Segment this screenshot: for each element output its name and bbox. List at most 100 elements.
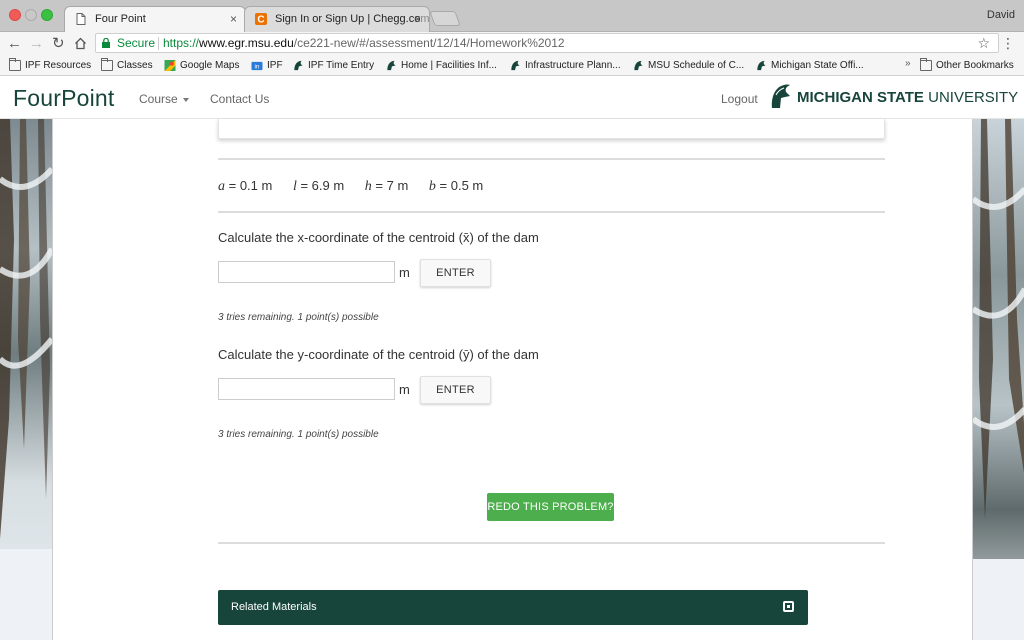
spartan-icon bbox=[634, 60, 643, 71]
y-centroid-enter-button[interactable]: ENTER bbox=[420, 376, 491, 404]
bookmark-label: Other Bookmarks bbox=[936, 60, 1014, 71]
bookmark-label: Infrastructure Plann... bbox=[525, 60, 621, 71]
y-centroid-tries-remaining: 3 tries remaining. 1 point(s) possible bbox=[218, 429, 379, 440]
x-centroid-tries-remaining: 3 tries remaining. 1 point(s) possible bbox=[218, 312, 379, 323]
y-centroid-unit: m bbox=[399, 382, 410, 397]
bookmark-label: Home | Facilities Inf... bbox=[401, 60, 497, 71]
forward-icon[interactable]: → bbox=[29, 35, 44, 53]
variable-l: l = 6.9 m bbox=[293, 178, 345, 194]
bookmark-label: IPF bbox=[267, 60, 283, 71]
page-icon bbox=[76, 13, 86, 25]
divider bbox=[218, 158, 885, 160]
problem-variables: a = 0.1 m l = 6.9 m h = 7 m b = 0.5 m bbox=[218, 178, 500, 195]
spartan-icon bbox=[757, 60, 766, 71]
bookmark-ipf[interactable]: in IPF bbox=[251, 59, 283, 73]
expand-toggle-icon[interactable] bbox=[783, 601, 794, 612]
bookmark-infrastructure[interactable]: Infrastructure Plann... bbox=[509, 59, 621, 73]
back-icon[interactable]: ← bbox=[7, 35, 22, 53]
university-name: MICHIGAN STATE UNIVERSITY bbox=[797, 89, 1018, 106]
svg-text:in: in bbox=[255, 64, 260, 71]
nav-course-dropdown[interactable]: Course bbox=[139, 92, 189, 106]
folder-icon bbox=[920, 58, 932, 71]
folder-icon bbox=[9, 58, 21, 71]
tab-title: Sign In or Sign Up | Chegg.co bbox=[275, 13, 421, 25]
tab-four-point[interactable]: Four Point × bbox=[64, 6, 246, 32]
site-header: FourPoint Course Contact Us Logout MICHI… bbox=[0, 77, 1024, 119]
tab-chegg[interactable]: C Sign In or Sign Up | Chegg.com × bbox=[244, 6, 430, 32]
divider bbox=[218, 211, 885, 213]
question-y-centroid: Calculate the y-coordinate of the centro… bbox=[218, 347, 539, 362]
browser-tab-bar: Four Point × C Sign In or Sign Up | Cheg… bbox=[0, 0, 1024, 32]
background-scenery-left bbox=[0, 119, 52, 640]
bookmark-ipf-time-entry[interactable]: IPF Time Entry bbox=[292, 59, 374, 73]
lock-icon bbox=[102, 38, 110, 48]
url-text[interactable]: https://www.egr.msu.edu/ce221-new/#/asse… bbox=[163, 34, 565, 52]
x-centroid-input[interactable] bbox=[218, 261, 395, 283]
address-bar[interactable]: Secure https://www.egr.msu.edu/ce221-new… bbox=[95, 33, 999, 53]
nav-contact-link[interactable]: Contact Us bbox=[210, 92, 269, 106]
browser-menu-icon[interactable]: ⋮ bbox=[1001, 35, 1015, 52]
variable-a: a = 0.1 m bbox=[218, 178, 273, 194]
window-maximize-button[interactable] bbox=[41, 9, 53, 21]
profile-name[interactable]: David bbox=[987, 9, 1015, 21]
variable-value: = 0.1 m bbox=[225, 178, 273, 193]
related-materials-label: Related Materials bbox=[231, 601, 317, 613]
chegg-icon: C bbox=[255, 13, 267, 25]
bookmark-google-maps[interactable]: Google Maps bbox=[164, 59, 239, 73]
variable-b: b = 0.5 m bbox=[428, 178, 484, 194]
site-brand[interactable]: FourPoint bbox=[13, 85, 115, 112]
reload-icon[interactable]: ↻ bbox=[52, 35, 65, 53]
bookmark-other[interactable]: Other Bookmarks bbox=[920, 58, 1014, 73]
caret-down-icon bbox=[182, 97, 189, 102]
bookmark-label: Google Maps bbox=[180, 60, 240, 71]
svg-text:C: C bbox=[257, 15, 264, 26]
redo-problem-button[interactable]: REDO THIS PROBLEM? bbox=[487, 493, 614, 521]
ipf-icon: in bbox=[251, 61, 263, 71]
variable-h: h = 7 m bbox=[364, 178, 409, 194]
variable-symbol: b bbox=[428, 179, 436, 194]
related-materials-panel[interactable]: Related Materials bbox=[218, 590, 808, 625]
question-x-centroid: Calculate the x-coordinate of the centro… bbox=[218, 230, 539, 245]
bookmark-label: IPF Time Entry bbox=[308, 60, 375, 71]
university-name-bold: MICHIGAN STATE bbox=[797, 89, 924, 106]
url-scheme: https:// bbox=[163, 36, 200, 50]
url-path: /ce221-new/#/assessment/12/14/Homework%2… bbox=[293, 36, 565, 50]
variable-value: = 6.9 m bbox=[296, 178, 345, 193]
variable-value: = 0.5 m bbox=[435, 178, 484, 193]
y-centroid-input[interactable] bbox=[218, 378, 395, 400]
new-tab-button[interactable] bbox=[429, 11, 461, 26]
window-close-button[interactable] bbox=[9, 9, 21, 21]
bookmark-label: Michigan State Offi... bbox=[771, 60, 864, 71]
spartan-icon bbox=[511, 60, 520, 71]
spartan-helmet-icon bbox=[771, 84, 790, 108]
logout-link[interactable]: Logout bbox=[721, 92, 758, 106]
bookmark-label: IPF Resources bbox=[25, 60, 92, 71]
spartan-icon bbox=[294, 60, 303, 71]
bookmark-star-icon[interactable]: ☆ bbox=[977, 34, 990, 52]
variable-symbol: a bbox=[218, 179, 225, 194]
bookmarks-bar: IPF Resources Classes Google Maps in IPF… bbox=[0, 56, 1024, 76]
bookmark-classes[interactable]: Classes bbox=[101, 58, 153, 73]
home-icon[interactable] bbox=[74, 37, 87, 50]
variable-value: = 7 m bbox=[371, 178, 409, 193]
bookmark-facilities[interactable]: Home | Facilities Inf... bbox=[385, 59, 497, 73]
divider bbox=[218, 542, 885, 544]
variable-symbol: h bbox=[364, 179, 372, 194]
bookmark-schedule[interactable]: MSU Schedule of C... bbox=[632, 59, 744, 73]
problem-content: a = 0.1 m l = 6.9 m h = 7 m b = 0.5 m Ca… bbox=[52, 119, 973, 640]
url-host: www.egr.msu.edu bbox=[199, 36, 294, 50]
previous-panel bbox=[218, 119, 885, 139]
omnibox-separator bbox=[158, 37, 159, 50]
tab-close-icon[interactable]: × bbox=[230, 7, 237, 31]
window-minimize-button[interactable] bbox=[25, 9, 37, 21]
spartan-icon bbox=[387, 60, 396, 71]
bookmark-ipf-resources[interactable]: IPF Resources bbox=[9, 58, 92, 73]
tab-close-icon[interactable]: × bbox=[414, 7, 421, 31]
x-centroid-enter-button[interactable]: ENTER bbox=[420, 259, 491, 287]
folder-icon bbox=[101, 58, 113, 71]
bookmarks-overflow-icon[interactable]: » bbox=[905, 58, 911, 69]
maps-icon bbox=[164, 60, 176, 71]
bookmark-michigan-state[interactable]: Michigan State Offi... bbox=[755, 59, 864, 73]
background-scenery-right bbox=[973, 119, 1024, 640]
tab-title-fade: m bbox=[420, 13, 430, 25]
